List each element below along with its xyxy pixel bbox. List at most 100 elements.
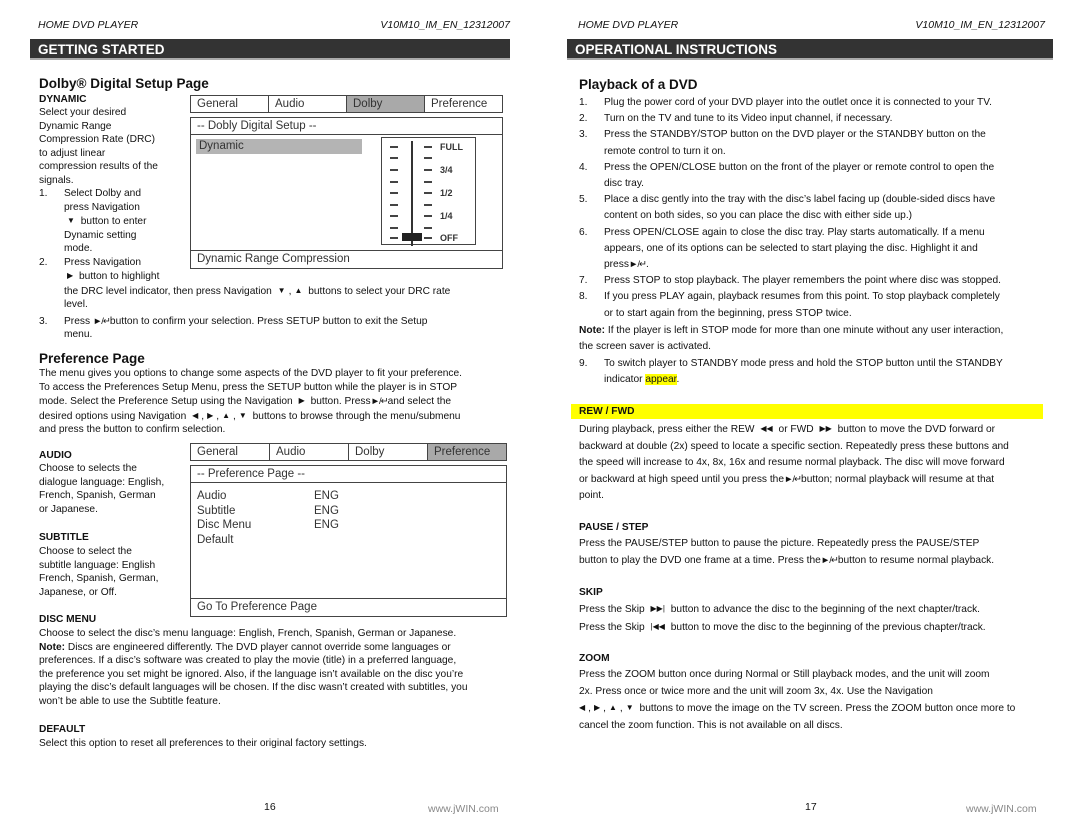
osd-tab-general[interactable]: General [191,96,269,112]
osd-tab-audio[interactable]: Audio [269,96,347,112]
osd-content: Audio ENG Subtitle ENG Disc Menu ENG Defaul… [191,483,506,598]
drc-knob[interactable] [402,233,422,241]
text-line: French, Spanish, German, [39,573,159,584]
doc-code: V10M10_IM_EN_12312007 [915,19,1045,31]
zoom-subheading: ZOOM [579,653,610,664]
text-line: press [604,259,629,271]
tick [390,204,398,206]
rew-fwd-subheading: REW / FWD [571,404,1043,419]
highlighted-word: appear [645,374,677,386]
playback-steps: 1. Plug the power cord of your DVD player… [579,95,1049,322]
text-line: To access the Preferences Setup Menu, pr… [39,381,458,393]
dynamic-subheading: DYNAMIC [39,94,87,105]
tick [424,204,432,206]
osd-tab-bar: General Audio Dolby Preference [190,95,503,113]
drc-track [411,141,413,246]
osd-content: Dynamic FULL 3/4 1/2 1/4 OFF [191,135,502,250]
right-page: HOME DVD PLAYER V10M10_IM_EN_12312007 OP… [567,0,1053,834]
playback-step: 9. To switch player to STANDBY mode pres… [579,356,1049,388]
osd-row-audio[interactable]: Audio ENG [191,489,506,504]
text-line: menu. [64,329,93,340]
playback-step: 4. Press the OPEN/CLOSE button on the fro… [579,160,1049,192]
tick [390,215,398,217]
step-number: 9. [579,358,588,369]
tick [390,237,398,239]
osd-tab-preference[interactable]: Preference [428,444,506,460]
rewind-icon: ◀◀ [760,424,773,433]
footer-url[interactable]: www.jWIN.com [966,803,1037,817]
text-line: indicator [604,374,646,386]
playback-heading: Playback of a DVD [579,77,698,92]
zoom-desc: Press the ZOOM button once during Normal… [579,667,1049,734]
text-line: During playback, press either the REW [579,424,755,435]
osd-row-default[interactable]: Default [191,533,506,548]
osd-tab-general[interactable]: General [191,444,270,460]
text-line: Press the Skip [579,621,645,633]
preference-intro: The menu gives you options to change som… [39,367,509,437]
nav-down-icon: ▼ [625,703,634,712]
text-line: remote control to turn it on. [604,145,726,157]
drc-level-slider[interactable]: FULL 3/4 1/2 1/4 OFF [381,137,476,246]
step-number: 2. [39,256,48,268]
text-line: level. [64,299,88,310]
step-number: 3. [579,129,588,141]
footer-url[interactable]: www.jWIN.com [428,803,499,817]
step-number: 1. [39,188,48,199]
text-line: The menu gives you options to change som… [39,368,463,379]
text-line: If you press PLAY again, playback resume… [604,291,1000,303]
subtitle-desc: Choose to select the subtitle language: … [39,545,189,599]
text-line: Compression Rate (DRC) [39,134,156,145]
row-value: ENG [314,490,339,502]
osd-tab-dolby[interactable]: Dolby [347,96,425,112]
osd-row-disc-menu[interactable]: Disc Menu ENG [191,518,506,533]
skip-desc: Press the Skip ▶▶| button to advance the… [579,601,1049,636]
drc-label-full: FULL [440,142,463,152]
osd-dolby-setup: General Audio Dolby Preference -- Dobly … [190,95,503,269]
text-line: button to move the DVD forward or [837,424,996,435]
step-number: 3. [39,315,48,327]
text-line: and press the button to confirm selectio… [39,424,226,435]
playback-note: Note: If the player is left in STOP mode… [579,323,1049,355]
osd-tab-dolby[interactable]: Dolby [349,444,428,460]
text-line: Choose to select the disc’s menu languag… [39,628,457,639]
subtitle-subheading: SUBTITLE [39,532,89,543]
nav-down-icon: ▼ [277,285,286,295]
text-line: dialogue language: English, [39,476,165,488]
playback-step: 6. Press OPEN/CLOSE again to close the di… [579,225,1049,274]
text-line: button to play the DVD one frame at a ti… [579,554,821,566]
text-line: Japanese, or Off. [39,586,117,598]
text-line: Press the ZOOM button once during Normal… [579,669,990,680]
osd-footer: Dynamic Range Compression [191,250,502,268]
row-label: Disc Menu [197,519,252,531]
preference-heading: Preference Page [39,351,145,366]
osd-tab-audio[interactable]: Audio [270,444,349,460]
running-header: HOME DVD PLAYER V10M10_IM_EN_12312007 [38,19,510,33]
text-line: won’t be able to use the Subtitle featur… [39,695,221,707]
playback-step: 5. Place a disc gently into the tray with… [579,192,1049,224]
text-line: Press STOP to stop playback. The player … [604,275,1001,287]
osd-tab-preference[interactable]: Preference [425,96,502,112]
osd-row-subtitle[interactable]: Subtitle ENG [191,504,506,519]
playback-step-9: 9. To switch player to STANDBY mode pres… [579,356,1049,388]
text-line: Press the Skip [579,604,645,615]
row-label: Subtitle [197,504,236,517]
step-number: 2. [579,113,588,125]
step-number: 1. [579,97,588,108]
text-line: button to move the disc to the beginning… [670,621,986,633]
text-line: Turn on the TV and tune to its Video inp… [604,113,893,125]
default-subheading: DEFAULT [39,724,86,735]
text-line: If the player is left in STOP mode for m… [605,325,1004,336]
text-line: content on both sides, so you can place … [604,210,913,222]
text-line: the preference you set might be ignored.… [39,668,464,680]
text-line: button to advance the disc to the beginn… [670,604,980,615]
text-line: Choose to selects the [39,463,137,474]
product-name: HOME DVD PLAYER [578,19,679,31]
nav-left-icon: ◀ [192,410,199,420]
note-label: Note: [39,641,66,653]
drc-label-off: OFF [440,233,458,243]
text-line: button to enter [80,216,147,227]
osd-item-dynamic[interactable]: Dynamic [196,139,362,154]
text-line: or FWD [778,424,814,435]
nav-right-icon: ▶ [207,410,214,420]
text-line: To switch player to STANDBY mode press a… [604,358,1003,369]
